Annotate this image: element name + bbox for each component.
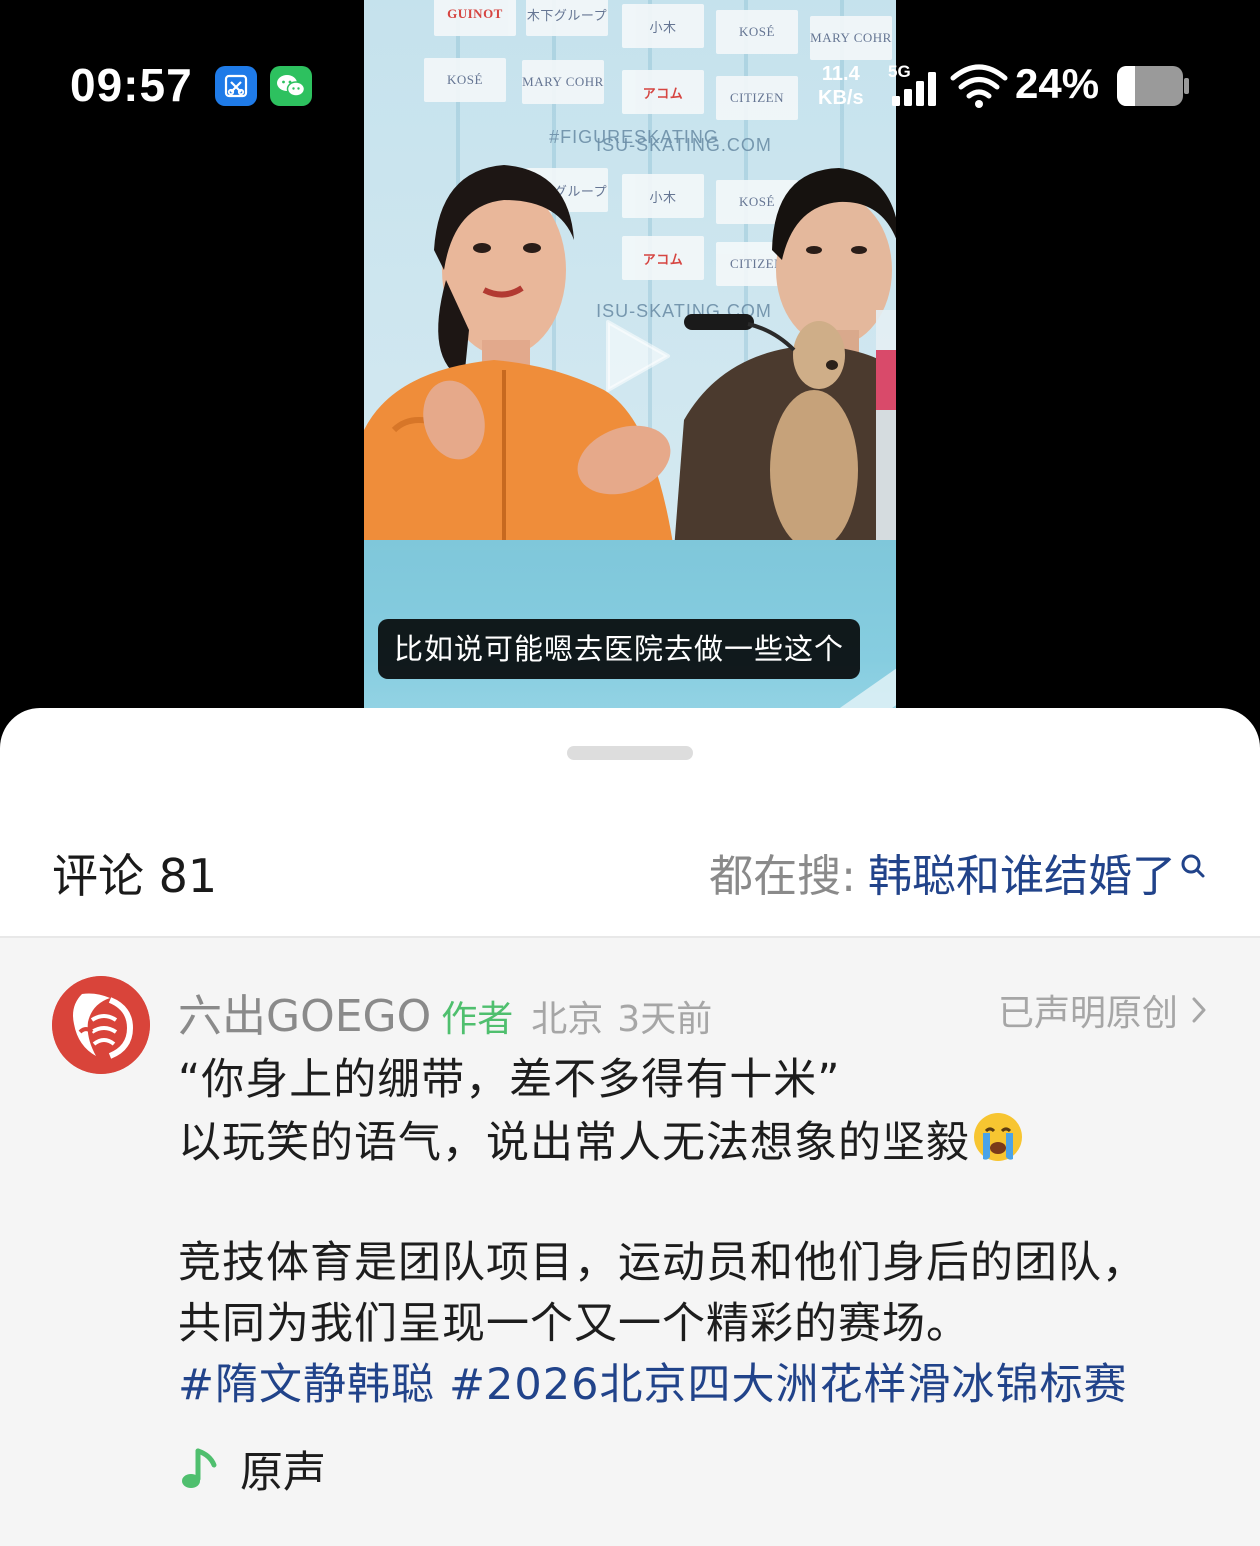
sponsor-logo: GUINOT: [434, 0, 516, 36]
hashtag-link[interactable]: #隋文静韩聪: [178, 1360, 435, 1410]
comment-header: 评论 81 都在搜: 韩聪和谁结婚了: [0, 828, 1260, 938]
battery-percent: 24%: [1015, 60, 1100, 107]
sponsor-logo: KOSÉ: [424, 58, 506, 102]
sponsor-logo: MARY COHR: [810, 16, 892, 60]
author-name[interactable]: 六出GOEGO: [178, 980, 431, 1044]
signal-icon: [892, 72, 936, 106]
screenshot-app-icon: [215, 66, 257, 106]
sponsor-logo: KOSÉ: [716, 10, 798, 54]
author-badge: 作者: [441, 999, 514, 1040]
network-speed: 11.4 KB/s: [818, 63, 864, 109]
video-subtitle: 比如说可能嗯去医院去做一些这个: [378, 619, 861, 679]
skater-man-figure: [674, 168, 896, 550]
sponsor-logo: 木下グループ: [526, 0, 608, 36]
wifi-icon: [950, 64, 1008, 108]
original-label: 已声明原创: [997, 993, 1178, 1034]
music-note-icon: [182, 1448, 217, 1488]
comment-text: “你身上的绷带，差不多得有十米” 以玩笑的语气，说出常人无法想象的坚毅 竞技体育…: [178, 1050, 1218, 1416]
sponsor-logo: MARY COHR: [522, 60, 604, 104]
sponsor-logo: CITIZEN: [716, 76, 798, 120]
hashtag-row: #隋文静韩聪 #2026北京四大洲花样滑冰锦标赛: [178, 1355, 1218, 1416]
comment-line: [178, 1172, 1218, 1233]
search-icon[interactable]: [1180, 853, 1206, 879]
comment-line: “你身上的绷带，差不多得有十米”: [178, 1055, 841, 1105]
sponsor-logo: 小木: [622, 4, 704, 48]
original-sound-link[interactable]: 原声: [180, 1438, 326, 1500]
battery-icon: [1117, 66, 1189, 106]
comment-location: 北京: [531, 999, 604, 1040]
author-avatar[interactable]: [52, 976, 150, 1074]
search-suggestion-link[interactable]: 韩聪和谁结婚了: [868, 840, 1176, 904]
original-declaration-link[interactable]: 已声明原创: [998, 984, 1206, 1036]
comment-line: 共同为我们呈现一个又一个精彩的赛场。: [178, 1299, 970, 1349]
comment-line: 以玩笑的语气，说出常人无法想象的坚毅: [178, 1111, 1218, 1172]
search-prefix: 都在搜:: [709, 851, 856, 902]
status-time: 09:57: [70, 59, 193, 111]
comment-author-row: 六出GOEGO 作者 北京 3天前: [178, 980, 712, 1044]
sponsor-logo: アコム: [622, 70, 704, 114]
chevron-right-icon: [1192, 997, 1206, 1023]
comment-count-title: 评论 81: [52, 849, 218, 903]
comment-sheet: 评论 81 都在搜: 韩聪和谁结婚了 六出GOEGO 作者 北京 3天前 已声明…: [0, 708, 1260, 1546]
music-label: 原声: [240, 1448, 326, 1498]
crying-emoji-icon: [974, 1113, 1022, 1161]
video-frame[interactable]: GUINOT 木下グループ 小木 KOSÉ MARY COHR KOSÉ MAR…: [364, 0, 896, 740]
wechat-icon: [270, 66, 312, 106]
pinned-comment: 六出GOEGO 作者 北京 3天前 已声明原创 “你身上的绷带，差不多得有十米”…: [0, 936, 1260, 1546]
play-icon[interactable]: [602, 318, 672, 394]
comment-time: 3天前: [617, 999, 713, 1040]
drag-handle[interactable]: [567, 746, 693, 760]
hashtag-link[interactable]: #2026北京四大洲花样滑冰锦标赛: [449, 1360, 1127, 1410]
author-logo-icon: [52, 976, 150, 1074]
comment-line: 竞技体育是团队项目，运动员和他们身后的团队，: [178, 1238, 1146, 1288]
trending-search[interactable]: 都在搜: 韩聪和谁结婚了: [709, 840, 1206, 904]
